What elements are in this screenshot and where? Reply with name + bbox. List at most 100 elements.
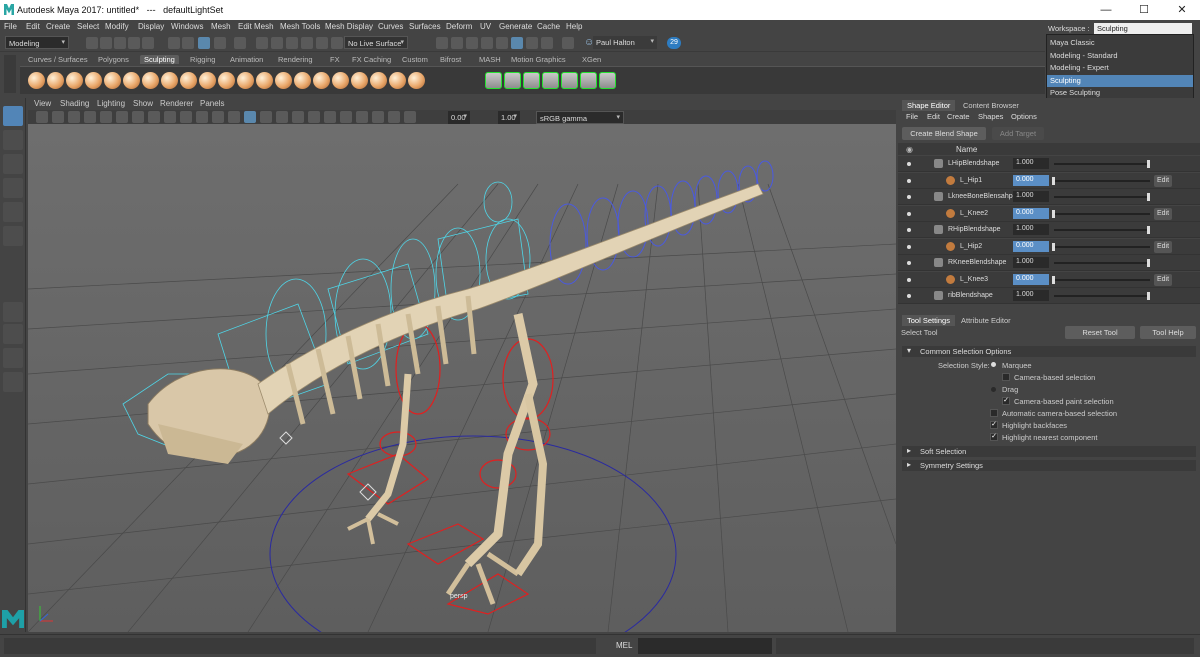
create-blend-shape-button[interactable]: Create Blend Shape: [902, 127, 986, 140]
shelf-tab[interactable]: Rendering: [274, 55, 317, 64]
weight-field[interactable]: 1.000: [1013, 257, 1049, 268]
weight-slider[interactable]: [1054, 226, 1150, 234]
shelf-tool-icon[interactable]: [580, 72, 597, 89]
menu-windows[interactable]: Windows: [171, 22, 203, 31]
sculpt-brush-icon[interactable]: [161, 72, 178, 89]
workspace-option[interactable]: Maya Classic: [1047, 37, 1193, 49]
select-hierarchy-icon[interactable]: [168, 37, 180, 49]
menu-mesh-tools[interactable]: Mesh Tools: [280, 22, 320, 31]
viewport-tool-icon[interactable]: [324, 111, 336, 123]
weight-slider[interactable]: [1052, 242, 1150, 251]
viewport-tool-icon[interactable]: [372, 111, 384, 123]
sculpt-brush-icon[interactable]: [28, 72, 45, 89]
two-view-icon[interactable]: [3, 348, 23, 368]
shelf-tab[interactable]: Sculpting: [140, 55, 179, 64]
menu-select[interactable]: Select: [77, 22, 99, 31]
undo-icon[interactable]: [128, 37, 140, 49]
viewport-menu-lighting[interactable]: Lighting: [97, 99, 125, 108]
sculpt-brush-icon[interactable]: [408, 72, 425, 89]
xgen-icon[interactable]: [541, 37, 553, 49]
shelf-tool-icon[interactable]: [523, 72, 540, 89]
snap-live-icon[interactable]: [331, 37, 343, 49]
render-settings-icon[interactable]: [481, 37, 493, 49]
rotate-tool-icon[interactable]: [3, 202, 23, 222]
viewport-tool-icon[interactable]: [260, 111, 272, 123]
menu-mesh[interactable]: Mesh: [211, 22, 231, 31]
weight-field[interactable]: 1.000: [1013, 158, 1049, 169]
weight-slider[interactable]: [1054, 259, 1150, 267]
viewport-tool-icon[interactable]: [196, 111, 208, 123]
shelf-tab[interactable]: Rigging: [186, 55, 219, 64]
exposure-field[interactable]: 0.00: [448, 111, 470, 124]
sculpt-brush-icon[interactable]: [66, 72, 83, 89]
highlight-nearest-checkbox[interactable]: ✓: [990, 433, 998, 441]
notifications-badge[interactable]: 29: [667, 37, 681, 49]
sculpt-brush-icon[interactable]: [123, 72, 140, 89]
menu-mesh-display[interactable]: Mesh Display: [325, 22, 373, 31]
sculpt-brush-icon[interactable]: [370, 72, 387, 89]
shape-menu-file[interactable]: File: [906, 112, 918, 121]
mel-input[interactable]: [638, 638, 772, 654]
shelf-tab[interactable]: XGen: [578, 55, 605, 64]
sculpt-brush-icon[interactable]: [142, 72, 159, 89]
paint-select-icon[interactable]: [3, 154, 23, 174]
weight-slider[interactable]: [1054, 292, 1150, 300]
sculpt-brush-icon[interactable]: [237, 72, 254, 89]
menu-display[interactable]: Display: [138, 22, 164, 31]
live-surface-field[interactable]: No Live Surface: [344, 36, 408, 49]
menu-generate[interactable]: Generate: [499, 22, 532, 31]
weight-field[interactable]: 0.000: [1013, 207, 1049, 219]
menu-create[interactable]: Create: [46, 22, 70, 31]
ipr-render-icon[interactable]: [466, 37, 478, 49]
sidebar-toggle-icon[interactable]: [562, 37, 574, 49]
weight-slider[interactable]: [1052, 275, 1150, 284]
blend-shape-row[interactable]: LHipBlendshape 1.000: [898, 156, 1200, 172]
viewport-tool-icon[interactable]: [100, 111, 112, 123]
visibility-icon[interactable]: [907, 261, 911, 265]
tab-attribute-editor[interactable]: Attribute Editor: [956, 315, 1016, 326]
new-scene-icon[interactable]: [86, 37, 98, 49]
sculpt-brush-icon[interactable]: [85, 72, 102, 89]
viewport-tool-icon[interactable]: [356, 111, 368, 123]
outliner-icon[interactable]: [3, 372, 23, 392]
viewport-tool-icon[interactable]: [68, 111, 80, 123]
weight-field[interactable]: 1.000: [1013, 290, 1049, 301]
3d-scene[interactable]: [28, 124, 896, 632]
blend-shape-row[interactable]: LkneeBoneBlensahpe 1.000: [898, 189, 1200, 205]
maximize-button[interactable]: ☐: [1125, 0, 1163, 20]
edit-target-button[interactable]: Edit: [1154, 207, 1172, 220]
weight-field[interactable]: 0.000: [1013, 240, 1049, 252]
snap-point-icon[interactable]: [286, 37, 298, 49]
camera-based-selection-checkbox[interactable]: [1002, 373, 1010, 381]
colorspace-dropdown[interactable]: sRGB gamma: [536, 111, 624, 124]
camera-paint-checkbox[interactable]: ✓: [1002, 397, 1010, 405]
modeling-toolkit-icon[interactable]: [511, 37, 523, 49]
open-scene-icon[interactable]: [100, 37, 112, 49]
gamma-field[interactable]: 1.00: [498, 111, 520, 124]
weight-slider[interactable]: [1052, 176, 1150, 185]
mel-label[interactable]: MEL: [616, 641, 632, 650]
blend-shape-row[interactable]: L_Hip1 0.000 Edit: [898, 172, 1200, 189]
menu-surfaces[interactable]: Surfaces: [409, 22, 441, 31]
shelf-options-icon[interactable]: [4, 55, 16, 93]
shape-menu-options[interactable]: Options: [1011, 112, 1037, 121]
viewport-tool-icon[interactable]: [212, 111, 224, 123]
menu-file[interactable]: File: [4, 22, 17, 31]
move-tool-icon[interactable]: [3, 178, 23, 198]
add-target-button[interactable]: Add Target: [992, 127, 1044, 140]
shelf-tool-icon[interactable]: [561, 72, 578, 89]
lasso-tool-icon[interactable]: [3, 130, 23, 150]
viewport-tool-icon[interactable]: [292, 111, 304, 123]
drag-radio[interactable]: [991, 387, 996, 392]
sculpt-brush-icon[interactable]: [294, 72, 311, 89]
viewport-tool-icon[interactable]: [132, 111, 144, 123]
viewport-menu-renderer[interactable]: Renderer: [160, 99, 193, 108]
shelf-tool-icon[interactable]: [599, 72, 616, 89]
edit-target-button[interactable]: Edit: [1154, 273, 1172, 286]
snap-surface-icon[interactable]: [316, 37, 328, 49]
tool-help-button[interactable]: Tool Help: [1140, 326, 1196, 339]
blend-shape-row[interactable]: ribBlendshape 1.000: [898, 288, 1200, 304]
visibility-icon[interactable]: [907, 162, 911, 166]
shape-menu-shapes[interactable]: Shapes: [978, 112, 1003, 121]
close-button[interactable]: ✕: [1163, 0, 1200, 20]
